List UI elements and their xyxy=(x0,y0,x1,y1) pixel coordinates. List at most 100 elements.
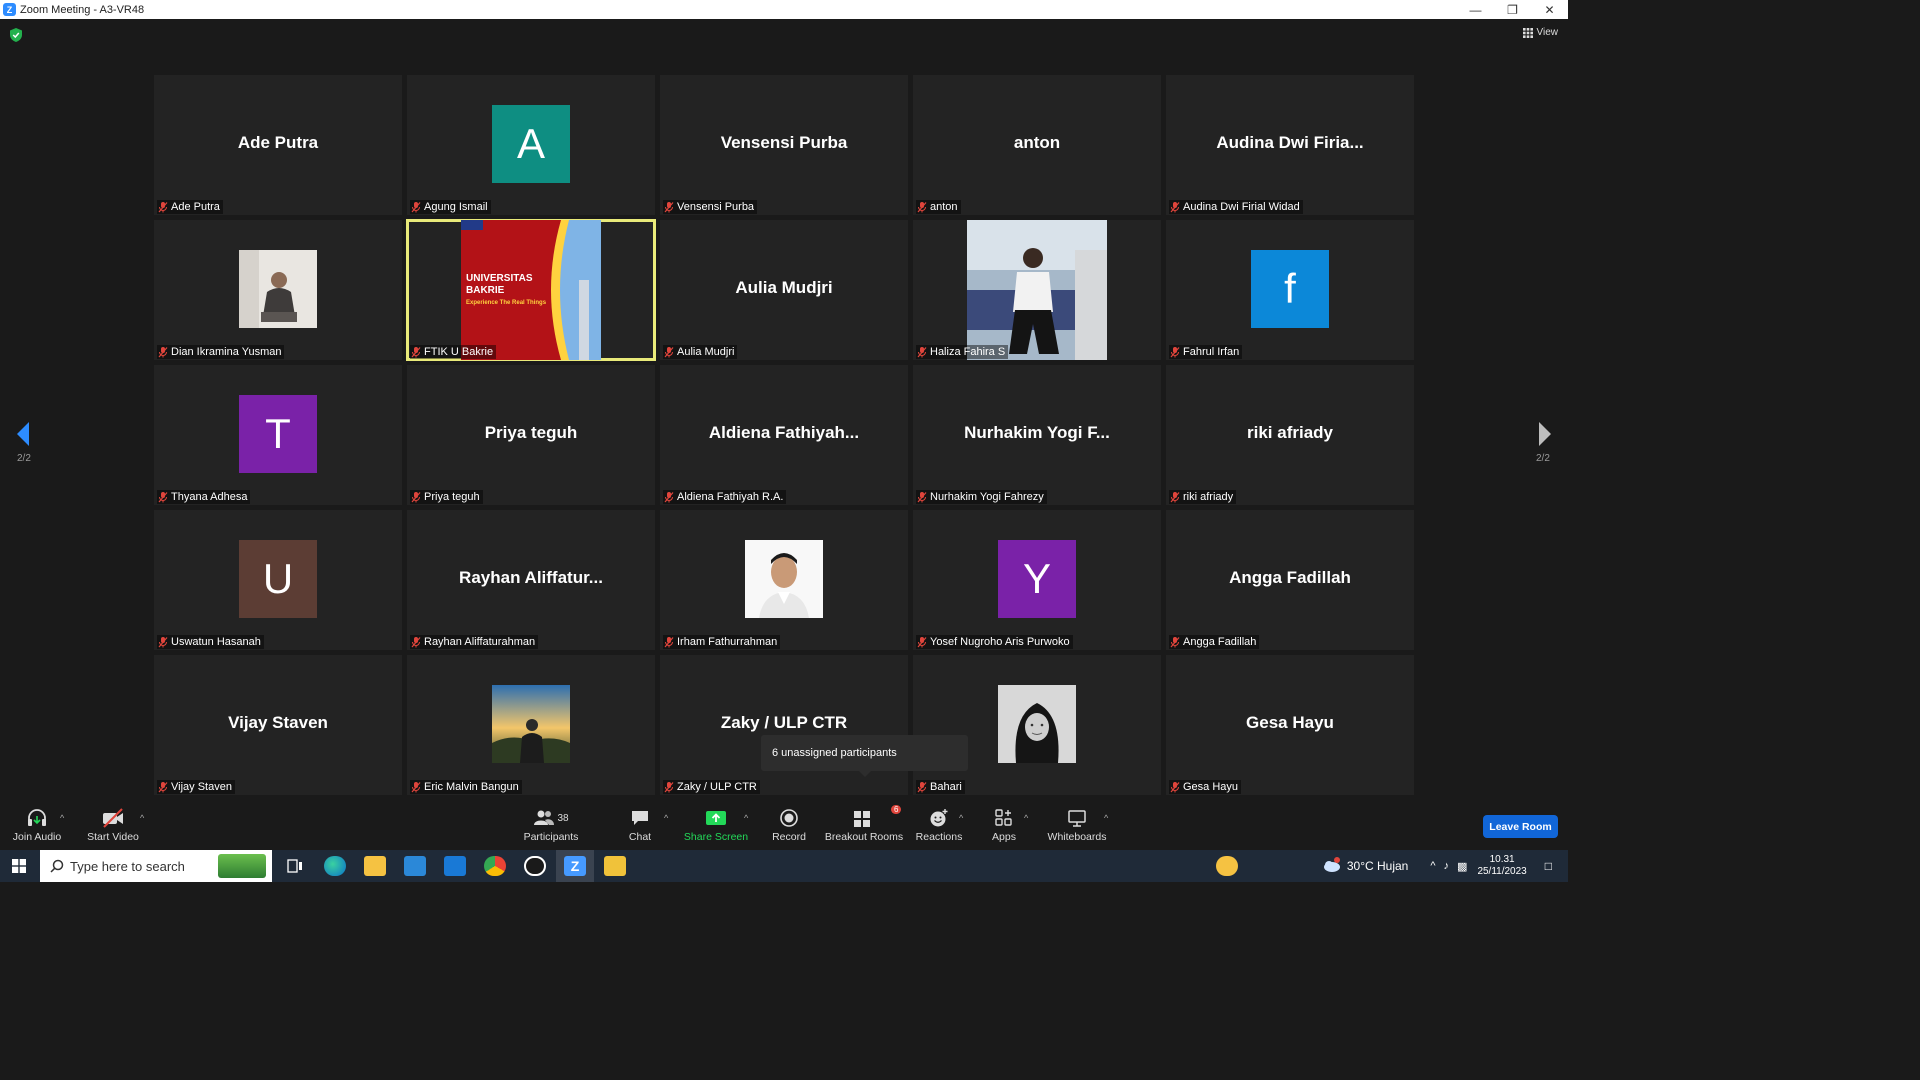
reactions-smiley-icon xyxy=(930,809,948,827)
restore-icon[interactable]: ❐ xyxy=(1494,3,1531,17)
leave-room-button[interactable]: Leave Room xyxy=(1483,815,1558,838)
share-screen-label: Share Screen xyxy=(683,831,749,843)
app-icon[interactable] xyxy=(524,856,546,876)
chrome-browser-icon[interactable] xyxy=(484,856,506,876)
apps-button[interactable]: Apps xyxy=(990,807,1018,843)
participant-tile[interactable]: Dian Ikramina Yusman xyxy=(154,220,402,360)
meeting-toolbar: Join Audio ^ Start Video ^ 38 Participan… xyxy=(0,799,1568,850)
weather-cloud-icon[interactable] xyxy=(1321,857,1343,875)
security-shield-icon[interactable] xyxy=(10,28,22,42)
participant-name: anton xyxy=(930,201,958,213)
participant-tile[interactable]: UNIVERSITAS BAKRIE Experience The Real T… xyxy=(406,219,656,361)
participant-tile[interactable]: Priya teguh Priya teguh xyxy=(407,365,655,505)
participants-icon xyxy=(534,810,555,825)
participant-tile[interactable]: Nurhakim Yogi F... Nurhakim Yogi Fahrezy xyxy=(913,365,1161,505)
whiteboards-button[interactable]: Whiteboards xyxy=(1048,807,1106,843)
participant-tile[interactable]: Y Yosef Nugroho Aris Purwoko xyxy=(913,510,1161,650)
help-icon[interactable] xyxy=(1216,856,1238,876)
participant-name: Priya teguh xyxy=(424,491,480,503)
participant-name-label: FTIK U Bakrie xyxy=(410,345,497,359)
participant-name-label: Rayhan Aliffaturahman xyxy=(410,635,539,649)
participant-display-name: anton xyxy=(1013,133,1061,152)
participant-tile[interactable]: Rayhan Aliffatur... Rayhan Aliffaturahman xyxy=(407,510,655,650)
mic-muted-icon xyxy=(917,491,927,502)
view-button[interactable]: View xyxy=(1522,27,1558,38)
chat-label: Chat xyxy=(628,831,652,843)
participant-name: Audina Dwi Firial Widad xyxy=(1183,201,1300,213)
participant-tile[interactable]: riki afriady riki afriady xyxy=(1166,365,1414,505)
participant-name: FTIK U Bakrie xyxy=(424,346,494,358)
participant-tile[interactable]: Vensensi Purba Vensensi Purba xyxy=(660,75,908,215)
participant-tile[interactable]: anton anton xyxy=(913,75,1161,215)
breakout-rooms-button[interactable]: 6 Breakout Rooms xyxy=(825,805,903,843)
notifications-icon[interactable]: □ xyxy=(1545,859,1552,873)
participant-name-label: Ade Putra xyxy=(157,200,223,214)
start-video-label: Start Video xyxy=(87,831,139,843)
participant-tile[interactable]: A Agung Ismail xyxy=(407,75,655,215)
previous-page-arrow-icon[interactable] xyxy=(16,421,30,447)
participants-button[interactable]: 38 Participants xyxy=(524,807,578,843)
participant-tile[interactable]: T Thyana Adhesa xyxy=(154,365,402,505)
audio-options-caret-icon[interactable]: ^ xyxy=(60,813,64,823)
participants-label: Participants xyxy=(523,831,579,843)
windows-start-icon[interactable] xyxy=(12,859,26,873)
mic-muted-icon xyxy=(917,781,927,792)
participant-tile[interactable]: Aldiena Fathiyah... Aldiena Fathiyah R.A. xyxy=(660,365,908,505)
reactions-options-caret-icon[interactable]: ^ xyxy=(959,813,963,823)
page-indicator-left: 2/2 xyxy=(17,453,31,464)
participant-tile[interactable]: Vijay Staven Vijay Staven xyxy=(154,655,402,795)
participant-display-name: Rayhan Aliffatur... xyxy=(459,568,603,587)
mail-icon[interactable] xyxy=(444,856,466,876)
chat-options-caret-icon[interactable]: ^ xyxy=(664,813,668,823)
edge-browser-icon[interactable] xyxy=(324,856,346,876)
participant-name: Zaky / ULP CTR xyxy=(677,781,757,793)
sticky-notes-icon[interactable] xyxy=(604,856,626,876)
share-screen-button[interactable]: Share Screen xyxy=(683,807,749,843)
participant-tile[interactable]: f Fahrul Irfan xyxy=(1166,220,1414,360)
participant-tile[interactable]: Haliza Fahira S xyxy=(913,220,1161,360)
participant-tile[interactable]: Ade Putra Ade Putra xyxy=(154,75,402,215)
task-view-icon[interactable] xyxy=(284,856,306,876)
participant-name-label: Dian Ikramina Yusman xyxy=(157,345,285,359)
speaker-icon[interactable]: ♪ xyxy=(1444,860,1450,872)
participant-avatar: f xyxy=(1251,250,1329,328)
participant-tile[interactable]: U Uswatun Hasanah xyxy=(154,510,402,650)
mic-muted-icon xyxy=(1170,636,1180,647)
record-button[interactable]: Record xyxy=(772,807,806,843)
chat-button[interactable]: Chat xyxy=(626,807,654,843)
taskbar-search-box[interactable]: Type here to search xyxy=(40,850,272,882)
participant-tile[interactable]: Bahari xyxy=(913,655,1161,795)
mic-muted-icon xyxy=(158,781,168,792)
weather-text[interactable]: 30°C Hujan xyxy=(1347,859,1409,873)
participant-name: Irham Fathurrahman xyxy=(677,636,778,648)
microsoft-store-icon[interactable] xyxy=(404,856,426,876)
minimize-icon[interactable]: — xyxy=(1457,3,1494,17)
taskbar-clock[interactable]: 10.31 25/11/2023 xyxy=(1477,854,1526,878)
participant-tile[interactable]: Gesa Hayu Gesa Hayu xyxy=(1166,655,1414,795)
tray-chevron-icon[interactable]: ^ xyxy=(1430,860,1435,872)
participant-name-label: Aldiena Fathiyah R.A. xyxy=(663,490,787,504)
network-icon[interactable]: ▩ xyxy=(1457,860,1467,873)
slide-subtitle: Experience The Real Things xyxy=(466,300,547,306)
participant-tile[interactable]: Angga Fadillah Angga Fadillah xyxy=(1166,510,1414,650)
participant-name: Bahari xyxy=(930,781,962,793)
reactions-button[interactable]: Reactions xyxy=(916,807,962,843)
apps-icon xyxy=(995,809,1012,826)
start-video-button[interactable]: Start Video xyxy=(87,807,139,843)
next-page-arrow-icon[interactable] xyxy=(1538,421,1552,447)
video-options-caret-icon[interactable]: ^ xyxy=(140,813,144,823)
avatar-initial: Y xyxy=(1022,555,1051,602)
join-audio-button[interactable]: Join Audio xyxy=(12,807,62,843)
whiteboards-options-caret-icon[interactable]: ^ xyxy=(1104,813,1108,823)
file-explorer-icon[interactable] xyxy=(364,856,386,876)
participant-photo xyxy=(967,220,1107,360)
participant-name: Aulia Mudjri xyxy=(677,346,735,358)
apps-options-caret-icon[interactable]: ^ xyxy=(1024,813,1028,823)
participant-tile[interactable]: Irham Fathurrahman xyxy=(660,510,908,650)
participant-tile[interactable]: Eric Malvin Bangun xyxy=(407,655,655,795)
share-options-caret-icon[interactable]: ^ xyxy=(744,813,748,823)
participant-tile[interactable]: Audina Dwi Firia... Audina Dwi Firial Wid… xyxy=(1166,75,1414,215)
close-icon[interactable]: ✕ xyxy=(1531,3,1568,17)
participant-tile[interactable]: Aulia Mudjri Aulia Mudjri xyxy=(660,220,908,360)
participant-avatar: T xyxy=(239,395,317,473)
